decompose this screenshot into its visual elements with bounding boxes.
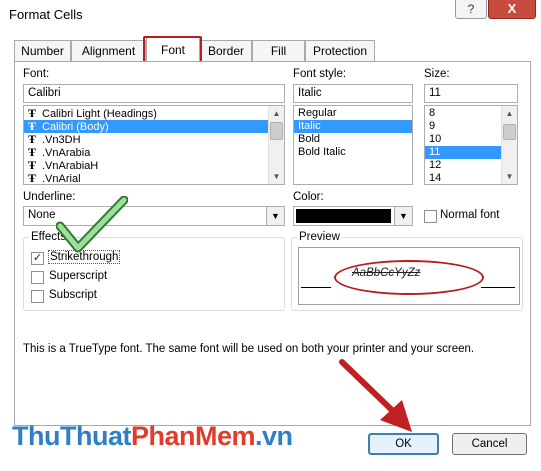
font-list-item[interactable]: Ŧ Calibri Light (Headings) xyxy=(24,107,284,121)
tab-fill[interactable]: Fill xyxy=(252,40,305,61)
size-list[interactable]: 8 9 10 11 12 14 ▲ ▼ xyxy=(424,105,518,185)
font-list-item-selected[interactable]: Ŧ Calibri (Body) xyxy=(24,120,284,133)
underline-value: None xyxy=(28,209,56,221)
help-button[interactable]: ? xyxy=(455,0,487,19)
close-button[interactable]: X xyxy=(488,0,536,19)
checkmark-annotation-icon xyxy=(56,196,128,253)
font-style-item[interactable]: Regular xyxy=(294,107,412,120)
chevron-down-icon[interactable]: ▼ xyxy=(266,207,284,225)
chevron-down-icon[interactable]: ▼ xyxy=(394,207,412,225)
font-list-scrollbar[interactable]: ▲ ▼ xyxy=(268,106,284,184)
font-list[interactable]: Ŧ Calibri Light (Headings) Ŧ Calibri (Body… xyxy=(23,105,285,185)
font-list-item[interactable]: Ŧ .VnArabiaH xyxy=(24,159,284,173)
scroll-thumb[interactable] xyxy=(270,122,283,140)
tab-border[interactable]: Border xyxy=(200,40,252,61)
preview-baseline-right xyxy=(481,287,515,288)
font-style-item[interactable]: Bold Italic xyxy=(294,146,412,159)
font-label: Font: xyxy=(23,68,50,80)
watermark-logo: ThuThuatPhanMem.vn xyxy=(12,421,293,451)
font-style-item-selected[interactable]: Italic xyxy=(294,120,412,133)
font-info-text: This is a TrueType font. The same font w… xyxy=(23,343,475,355)
color-swatch xyxy=(296,209,391,223)
scroll-up-icon[interactable]: ▲ xyxy=(269,106,284,121)
superscript-label: Superscript xyxy=(49,270,108,282)
font-style-label: Font style: xyxy=(293,68,347,80)
font-list-item[interactable]: Ŧ .VnArabia xyxy=(24,146,284,160)
tab-protection[interactable]: Protection xyxy=(305,40,375,61)
color-select[interactable]: ▼ xyxy=(293,206,413,226)
normal-font-label: Normal font xyxy=(440,209,500,221)
superscript-checkbox[interactable] xyxy=(31,271,44,284)
size-label: Size: xyxy=(424,68,450,80)
tab-number[interactable]: Number xyxy=(14,40,71,61)
arrow-annotation-icon xyxy=(339,359,412,432)
ok-button[interactable]: OK xyxy=(368,433,439,455)
scroll-down-icon[interactable]: ▼ xyxy=(502,169,517,184)
strikethrough-checkbox[interactable]: ✓ xyxy=(31,252,44,265)
size-input[interactable]: 11 xyxy=(424,84,518,103)
normal-font-checkbox[interactable] xyxy=(424,210,437,223)
scroll-up-icon[interactable]: ▲ xyxy=(502,106,517,121)
truetype-icon: Ŧ xyxy=(28,171,37,185)
subscript-label: Subscript xyxy=(49,289,97,301)
font-list-item[interactable]: Ŧ .Vn3DH xyxy=(24,133,284,147)
preview-label: Preview xyxy=(297,231,342,243)
scroll-thumb[interactable] xyxy=(503,124,516,140)
font-list-item[interactable]: Ŧ .VnArial xyxy=(24,172,284,185)
size-list-scrollbar[interactable]: ▲ ▼ xyxy=(501,106,517,184)
font-style-list[interactable]: Regular Italic Bold Bold Italic xyxy=(293,105,413,185)
title-bar: Format Cells ? X xyxy=(0,0,541,30)
color-label: Color: xyxy=(293,191,324,203)
font-style-input[interactable]: Italic xyxy=(293,84,413,103)
font-style-item[interactable]: Bold xyxy=(294,133,412,146)
preview-baseline-left xyxy=(301,287,331,288)
subscript-checkbox[interactable] xyxy=(31,290,44,303)
preview-highlight-annotation xyxy=(334,260,484,295)
font-tab-highlight-annotation xyxy=(143,36,202,63)
cancel-button[interactable]: Cancel xyxy=(452,433,527,455)
window-title: Format Cells xyxy=(9,7,83,22)
scroll-down-icon[interactable]: ▼ xyxy=(269,169,284,184)
font-name-input[interactable]: Calibri xyxy=(23,84,285,103)
tab-alignment[interactable]: Alignment xyxy=(71,40,146,61)
